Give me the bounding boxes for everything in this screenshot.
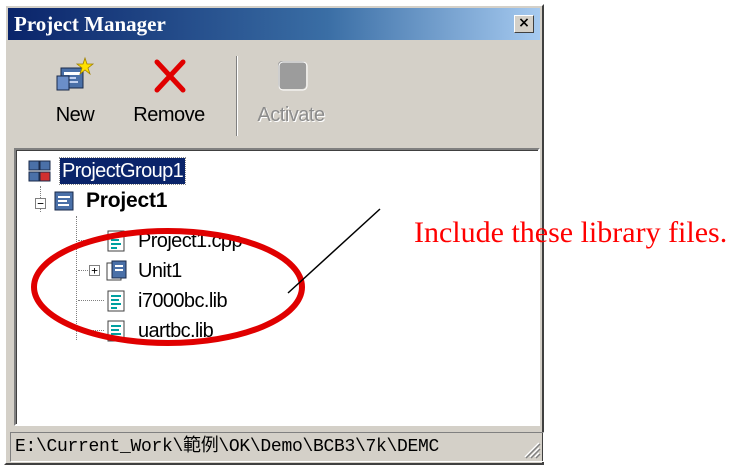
tree-node-label: uartbc.lib: [138, 320, 214, 342]
library-file-icon: [107, 290, 125, 312]
close-icon: ×: [518, 15, 530, 31]
activate-icon: [278, 61, 308, 91]
tree-connector: [78, 270, 88, 272]
close-button[interactable]: ×: [514, 15, 534, 33]
toolbar: New Remove Activate: [10, 46, 538, 144]
project-icon: [54, 191, 74, 211]
source-file-icon: [107, 230, 125, 252]
title-bar[interactable]: Project Manager ×: [8, 8, 540, 40]
tree-node-label: Project1: [86, 189, 168, 212]
tree-expander[interactable]: −: [35, 198, 46, 209]
remove-button-label: Remove: [133, 104, 205, 126]
activate-button-label: Activate: [257, 104, 325, 126]
tree-node-label: i7000bc.lib: [138, 290, 228, 312]
unit-icon: [106, 260, 127, 281]
resize-grip-icon[interactable]: [521, 439, 541, 459]
tree-node-label: Unit1: [138, 260, 182, 282]
tree-expander[interactable]: +: [89, 265, 100, 276]
window-title: Project Manager: [14, 12, 166, 36]
activate-button[interactable]: Activate: [246, 54, 336, 138]
library-file-icon: [107, 320, 125, 342]
project-tree[interactable]: ProjectGroup1 − Project1 Project1.cpp + …: [14, 148, 540, 426]
project-group-icon: [28, 160, 51, 182]
tree-node-label: Project1.cpp: [138, 230, 243, 252]
toolbar-separator: [236, 56, 238, 136]
status-bar: E:\Current_Work\範例\OK\Demo\BCB3\7k\DEMC: [10, 432, 544, 462]
tree-connector: [78, 330, 104, 332]
new-button[interactable]: New: [30, 54, 120, 138]
status-path: E:\Current_Work\範例\OK\Demo\BCB3\7k\DEMC: [15, 437, 439, 457]
annotation-label: Include these library files.: [414, 216, 728, 249]
tree-connector: [78, 240, 104, 242]
remove-button[interactable]: Remove: [124, 54, 214, 138]
new-project-icon: [56, 56, 95, 91]
tree-node-label: ProjectGroup1: [58, 157, 187, 185]
tree-connector: [78, 300, 104, 302]
new-button-label: New: [55, 104, 95, 126]
tree-connector: [76, 216, 78, 340]
remove-icon: [154, 59, 186, 93]
